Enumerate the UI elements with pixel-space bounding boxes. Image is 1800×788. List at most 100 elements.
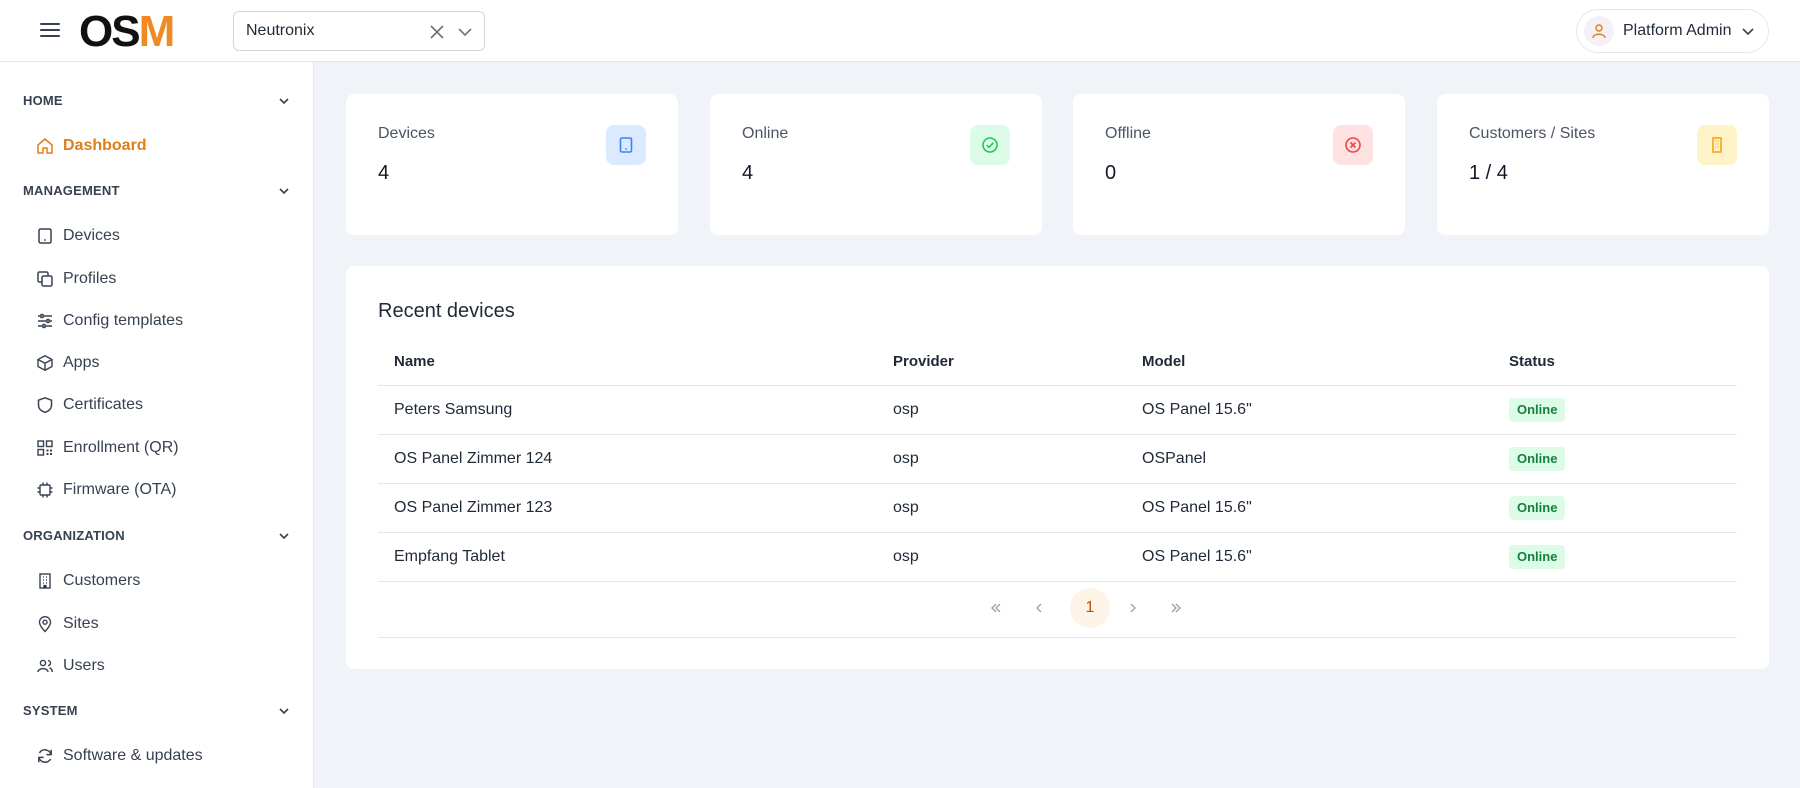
chevron-down-icon[interactable] [456, 23, 474, 41]
section-label: ORGANIZATION [23, 528, 125, 543]
avatar [1584, 16, 1614, 46]
chevron-down-icon [279, 188, 289, 195]
menu-icon[interactable] [38, 20, 62, 42]
sidebar: HOME Dashboard MANAGEMENT Devices Profil… [0, 62, 314, 788]
column-header-provider[interactable]: Provider [893, 353, 954, 370]
cell-model: OS Panel 15.6" [1142, 401, 1252, 418]
shield-icon [37, 397, 53, 414]
chevron-right-icon [1130, 603, 1136, 613]
tenant-select[interactable]: Neutronix [233, 11, 485, 51]
stat-label: Devices [378, 125, 435, 142]
building-icon [1697, 125, 1737, 165]
sidebar-item-dashboard[interactable]: Dashboard [36, 132, 296, 160]
package-icon [37, 355, 53, 371]
sidebar-item-certificates[interactable]: Certificates [36, 391, 296, 419]
refresh-icon [38, 749, 52, 763]
chevron-left-icon [1036, 603, 1042, 613]
section-system[interactable]: SYSTEM [23, 701, 291, 721]
sidebar-item-label: Firmware (OTA) [63, 481, 177, 498]
copy-icon [37, 271, 53, 287]
cell-model: OS Panel 15.6" [1142, 548, 1252, 565]
sliders-icon [38, 313, 52, 329]
table-row[interactable]: OS Panel Zimmer 124 osp OSPanel Online [378, 435, 1737, 484]
section-organization[interactable]: ORGANIZATION [23, 526, 291, 546]
sidebar-item-label: Dashboard [63, 137, 147, 154]
sidebar-item-enrollment-qr[interactable]: Enrollment (QR) [36, 434, 296, 462]
sidebar-item-label: Users [63, 657, 105, 674]
stat-card-online: Online 4 [710, 94, 1042, 235]
sidebar-item-label: Software & updates [63, 747, 203, 764]
cell-name: Empfang Tablet [394, 548, 505, 565]
tablet-icon [606, 125, 646, 165]
sidebar-item-users[interactable]: Users [36, 652, 296, 680]
table-header: Name Provider Model Status [378, 338, 1737, 386]
table-row[interactable]: Peters Samsung osp OS Panel 15.6" Online [378, 386, 1737, 435]
pagination: 1 [378, 582, 1737, 638]
cell-name: OS Panel Zimmer 124 [394, 450, 553, 467]
chevron-down-icon [279, 98, 289, 105]
sidebar-item-apps[interactable]: Apps [36, 349, 296, 377]
stat-card-customers-sites: Customers / Sites 1 / 4 [1437, 94, 1769, 235]
last-page-button[interactable] [1156, 588, 1196, 628]
recent-devices-panel: Recent devices Name Provider Model Statu… [346, 266, 1769, 669]
sidebar-item-config-templates[interactable]: Config templates [36, 307, 296, 335]
user-menu[interactable]: Platform Admin [1576, 9, 1769, 53]
status-badge: Online [1509, 447, 1566, 471]
stat-label: Offline [1105, 125, 1151, 142]
chevrons-left-icon [991, 603, 1001, 613]
cell-provider: osp [893, 450, 919, 467]
chevron-down-icon [279, 708, 289, 715]
cell-model: OSPanel [1142, 450, 1207, 467]
chevrons-right-icon [1171, 603, 1181, 613]
user-icon [1592, 24, 1606, 39]
page-button-current[interactable]: 1 [1070, 588, 1110, 628]
recent-devices-table: Name Provider Model Status Peters Samsun… [378, 338, 1737, 582]
clear-icon[interactable] [428, 23, 446, 41]
sidebar-item-label: Apps [63, 354, 100, 371]
prev-page-button[interactable] [1019, 588, 1059, 628]
first-page-button[interactable] [976, 588, 1016, 628]
check-circle-icon [970, 125, 1010, 165]
stat-card-devices: Devices 4 [346, 94, 678, 235]
sidebar-item-label: Enrollment (QR) [63, 439, 179, 456]
stat-card-offline: Offline 0 [1073, 94, 1405, 235]
sidebar-item-sites[interactable]: Sites [36, 610, 296, 638]
osm-logo: OSM [79, 10, 175, 52]
section-home[interactable]: HOME [23, 91, 291, 111]
sidebar-item-label: Customers [63, 572, 141, 589]
cpu-icon [37, 482, 53, 498]
stat-value: 4 [742, 162, 754, 184]
building-icon [39, 573, 51, 589]
sidebar-item-software-updates[interactable]: Software & updates [36, 742, 296, 770]
column-header-name[interactable]: Name [394, 353, 435, 370]
sidebar-item-devices[interactable]: Devices [36, 222, 296, 250]
stat-value: 4 [378, 162, 390, 184]
sidebar-item-label: Profiles [63, 270, 117, 287]
panel-title: Recent devices [378, 300, 515, 322]
svg-text:OSM: OSM [79, 10, 173, 52]
top-bar: OSM Neutronix Platform Admin [0, 0, 1800, 62]
sidebar-item-firmware-ota[interactable]: Firmware (OTA) [36, 476, 296, 504]
section-label: HOME [23, 93, 63, 108]
sidebar-item-profiles[interactable]: Profiles [36, 265, 296, 293]
cell-provider: osp [893, 548, 919, 565]
stat-label: Customers / Sites [1469, 125, 1596, 142]
table-row[interactable]: Empfang Tablet osp OS Panel 15.6" Online [378, 533, 1737, 582]
table-row[interactable]: OS Panel Zimmer 123 osp OS Panel 15.6" O… [378, 484, 1737, 533]
section-label: MANAGEMENT [23, 183, 120, 198]
sidebar-item-customers[interactable]: Customers [36, 567, 296, 595]
next-page-button[interactable] [1113, 588, 1153, 628]
cell-provider: osp [893, 499, 919, 516]
status-badge: Online [1509, 398, 1566, 422]
status-badge: Online [1509, 496, 1566, 520]
column-header-status[interactable]: Status [1509, 353, 1555, 370]
chevron-down-icon [1742, 28, 1754, 36]
column-header-model[interactable]: Model [1142, 353, 1185, 370]
section-management[interactable]: MANAGEMENT [23, 181, 291, 201]
section-label: SYSTEM [23, 703, 78, 718]
sidebar-item-label: Config templates [63, 312, 184, 329]
sidebar-item-label: Certificates [63, 396, 144, 413]
cell-name: OS Panel Zimmer 123 [394, 499, 553, 516]
map-pin-icon [38, 616, 52, 633]
chevron-down-icon [279, 533, 289, 540]
